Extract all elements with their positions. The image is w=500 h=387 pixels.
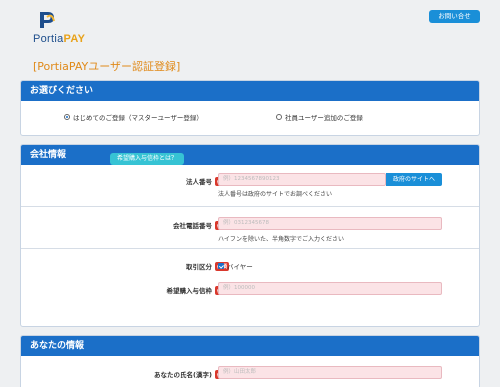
buyer-checkbox[interactable]: バイヤー — [218, 261, 253, 271]
full-name-input[interactable]: 例）山田太郎 — [218, 366, 442, 379]
corporate-number-row: 法人番号 必須 例）1234567890123 政府のサイトへ 法人番号は政府の… — [21, 165, 479, 207]
logo-wordmark: PortiaPAY — [33, 33, 85, 45]
radio-employee-user-label: 社員ユーザー追加のご登録 — [285, 114, 363, 122]
logo-pay-text: PAY — [63, 33, 86, 45]
company-phone-row: 会社電話番号 必須 例）0312345678 ハイフンを除いた、半角数字でご入力… — [21, 207, 479, 249]
contact-button[interactable]: お問い合せ — [429, 10, 480, 23]
company-phone-label: 会社電話番号 — [172, 222, 212, 230]
logo-mark-icon — [40, 12, 55, 28]
page-title: [PortiaPAYユーザー認証登録] — [33, 60, 181, 73]
company-phone-input[interactable]: 例）0312345678 — [218, 217, 442, 230]
your-info-card: あなたの情報 あなたの氏名(漢字) 必須 例）山田太郎 — [20, 335, 480, 387]
trade-credit-row: 取引区分 必須 バイヤー 希望購入与信枠 必須 例）100000 — [21, 249, 479, 326]
radio-selected-icon[interactable] — [64, 114, 70, 120]
full-name-row: あなたの氏名(漢字) 必須 例）山田太郎 — [21, 356, 479, 387]
portia-pay-logo: PortiaPAY — [33, 8, 113, 46]
logo-portia-text: Portia — [33, 33, 64, 45]
government-site-button[interactable]: 政府のサイトへ — [386, 173, 442, 186]
company-info-card: 会社情報 法人番号 必須 例）1234567890123 政府のサイトへ 法人番… — [20, 144, 480, 327]
buyer-checkbox-label: バイヤー — [227, 263, 253, 271]
desired-credit-info-button[interactable]: 希望購入与信枠とは？ — [110, 153, 184, 165]
desired-credit-input[interactable]: 例）100000 — [218, 282, 442, 295]
registration-type-card: お選びください はじめてのご登録（マスターユーザー登録） 社員ユーザー追加のご登… — [20, 80, 480, 136]
registration-type-header: お選びください — [21, 81, 479, 101]
radio-master-user-label: はじめてのご登録（マスターユーザー登録） — [73, 114, 203, 122]
checkbox-checked-icon[interactable] — [218, 263, 224, 269]
radio-unselected-icon[interactable] — [276, 114, 282, 120]
radio-master-user[interactable]: はじめてのご登録（マスターユーザー登録） — [64, 112, 203, 122]
your-info-header: あなたの情報 — [21, 336, 479, 356]
full-name-label: あなたの氏名(漢字) — [154, 371, 212, 379]
company-phone-help: ハイフンを除いた、半角数字でご入力ください — [218, 236, 345, 243]
corporate-number-input[interactable]: 例）1234567890123 — [218, 173, 386, 186]
corporate-number-help: 法人番号は政府のサイトでお調べください — [218, 191, 333, 198]
company-info-header: 会社情報 — [21, 145, 479, 165]
radio-employee-user[interactable]: 社員ユーザー追加のご登録 — [276, 112, 363, 122]
desired-credit-label: 希望購入与信枠 — [166, 287, 212, 295]
corporate-number-label: 法人番号 — [185, 178, 212, 186]
trade-category-label: 取引区分 — [185, 263, 212, 271]
